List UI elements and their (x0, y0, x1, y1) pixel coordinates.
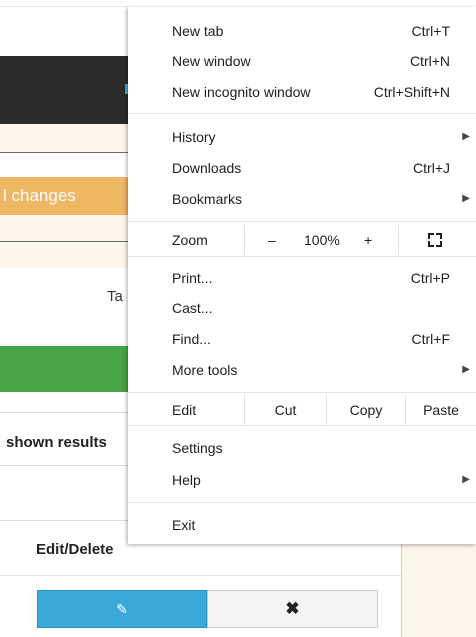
menu-item-more-tools[interactable]: More tools ▶ (172, 357, 470, 383)
menu-item-new-tab[interactable]: New tab Ctrl+T (172, 18, 462, 44)
zoom-level: 100% (304, 232, 340, 248)
zoom-label: Zoom (172, 232, 208, 248)
zoom-row: Zoom – 100% + (128, 225, 476, 255)
side-panel (401, 543, 476, 637)
menu-separator (128, 425, 476, 426)
edit-label: Edit (172, 402, 197, 418)
menu-item-new-window[interactable]: New window Ctrl+N (172, 48, 462, 74)
menu-separator (128, 113, 476, 114)
menu-item-history[interactable]: History ▶ (172, 124, 470, 150)
shown-results-label: shown results (6, 434, 107, 451)
fullscreen-icon[interactable] (428, 233, 442, 247)
row-band (0, 215, 128, 241)
green-action-button[interactable] (0, 346, 128, 392)
edit-button[interactable]: ✎ (37, 590, 207, 628)
divider (0, 152, 128, 153)
menu-item-bookmarks[interactable]: Bookmarks ▶ (172, 186, 470, 212)
menu-item-exit[interactable]: Exit (172, 512, 462, 538)
paste-button[interactable]: Paste (406, 395, 476, 425)
menu-item-find[interactable]: Find... Ctrl+F (172, 326, 462, 352)
menu-separator (128, 392, 476, 393)
delete-button[interactable]: ✖ (207, 590, 378, 628)
edit-icon: ✎ (116, 600, 128, 617)
row-band (0, 242, 128, 268)
menu-separator (128, 221, 476, 222)
zoom-in-button[interactable]: + (364, 225, 372, 255)
tab-label: Ta (107, 288, 123, 305)
divider (0, 575, 401, 576)
menu-item-settings[interactable]: Settings (172, 435, 462, 461)
menu-item-downloads[interactable]: Downloads Ctrl+J (172, 155, 462, 181)
close-icon: ✖ (285, 599, 300, 618)
menu-item-new-incognito-window[interactable]: New incognito window Ctrl+Shift+N (172, 79, 462, 105)
row-band (0, 124, 128, 152)
menu-item-cast[interactable]: Cast... (172, 295, 462, 321)
menu-item-help[interactable]: Help ▶ (172, 467, 470, 493)
cut-button[interactable]: Cut (245, 395, 326, 425)
page-header-band (0, 56, 128, 124)
chevron-right-icon: ▶ (462, 131, 470, 142)
chevron-right-icon: ▶ (462, 193, 470, 204)
menu-item-print[interactable]: Print... Ctrl+P (172, 265, 462, 291)
divider (0, 6, 128, 7)
chevron-right-icon: ▶ (462, 474, 470, 485)
menu-separator (128, 502, 476, 503)
save-changes-button[interactable]: l changes (0, 177, 128, 215)
edit-row: Edit Cut Copy Paste (128, 395, 476, 425)
zoom-out-button[interactable]: – (268, 225, 276, 255)
copy-button[interactable]: Copy (327, 395, 405, 425)
divider (0, 465, 128, 466)
chevron-right-icon: ▶ (462, 364, 470, 375)
menu-separator (128, 256, 476, 257)
divider (0, 520, 128, 521)
divider (0, 412, 128, 413)
browser-menu: New tab Ctrl+T New window Ctrl+N New inc… (128, 7, 476, 544)
edit-delete-header: Edit/Delete (36, 541, 114, 558)
